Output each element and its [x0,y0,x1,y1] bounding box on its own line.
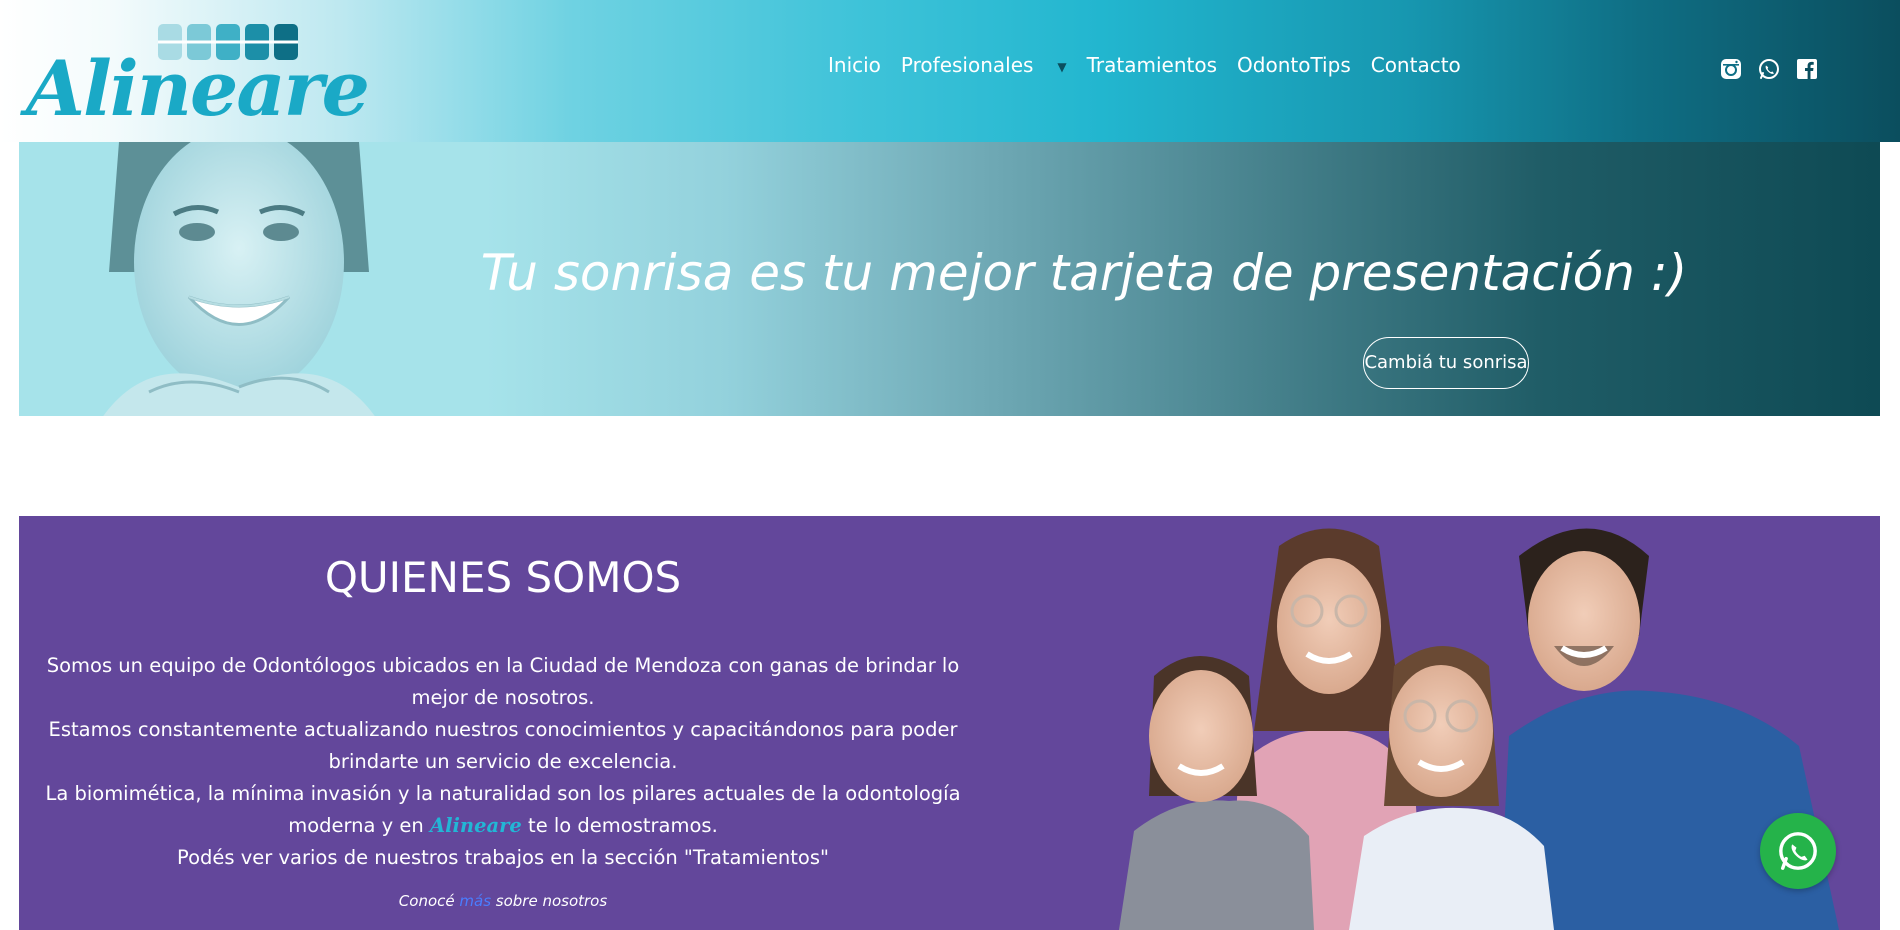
nav-item-tratamientos[interactable]: Tratamientos [1087,53,1217,77]
logo-wordmark: Alineare [26,44,370,133]
about-more-prefix: Conocé [398,892,460,910]
smiling-woman-image [103,142,375,416]
social-links [1720,58,1818,80]
team-photo [1119,528,1839,930]
whatsapp-icon [1779,832,1817,870]
about-text: Somos un equipo de Odontólogos ubicados … [39,650,967,874]
change-smile-button[interactable]: Cambiá tu sonrisa [1363,337,1529,389]
about-title: QUIENES SOMOS [324,553,682,602]
about-paragraph: Estamos constantemente actualizando nues… [48,718,958,773]
nav-item-profesionales[interactable]: Profesionales ▼ [901,53,1067,77]
about-more-suffix: sobre nosotros [491,892,608,910]
about-text-fragment: te lo demostramos. [521,814,718,837]
nav-item-inicio[interactable]: Inicio [828,53,881,77]
hero-title: Tu sonrisa es tu mejor tarjeta de presen… [480,244,1688,302]
whatsapp-icon[interactable] [1758,58,1780,80]
site-header: Alineare Inicio Profesionales ▼ Tratamien… [0,0,1900,142]
about-paragraph: La biomimética, la mínima invasión y la … [39,778,967,842]
brand-inline-logo: Alineare [429,814,522,837]
nav-item-profesionales-label: Profesionales [900,53,1034,77]
hero-banner: Tu sonrisa es tu mejor tarjeta de presen… [19,142,1880,416]
about-more-text: Conocé más sobre nosotros [39,892,967,910]
about-section: QUIENES SOMOS Somos un equipo de Odontól… [19,516,1880,930]
about-more-link[interactable]: más [459,892,491,910]
main-nav: Inicio Profesionales ▼ Tratamientos Odont… [828,50,1461,80]
nav-item-odontotips[interactable]: OdontoTips [1237,53,1351,77]
facebook-icon[interactable] [1796,58,1818,80]
instagram-icon[interactable] [1720,58,1742,80]
caret-down-icon[interactable]: ▼ [1057,60,1066,74]
nav-item-contacto[interactable]: Contacto [1371,53,1461,77]
about-paragraph: Podés ver varios de nuestros trabajos en… [177,846,829,869]
alineare-logo[interactable]: Alineare [26,22,370,133]
whatsapp-float-button[interactable] [1760,813,1836,889]
about-paragraph: Somos un equipo de Odontólogos ubicados … [46,654,960,709]
